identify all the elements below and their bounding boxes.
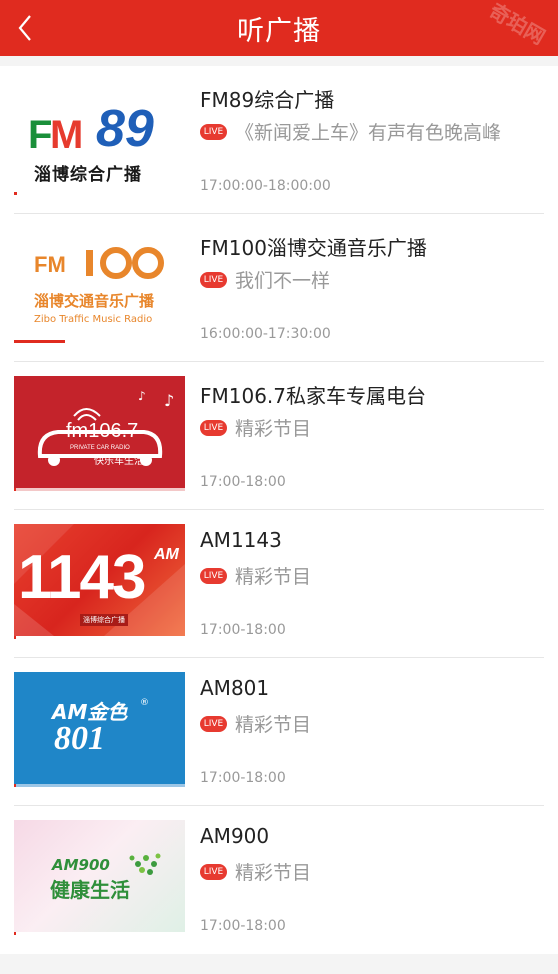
station-name: FM89综合广播 <box>200 88 335 112</box>
station-cover: 1143 AM 淄博综合广播 <box>14 524 185 636</box>
program-title: 我们不一样 <box>235 270 331 292</box>
live-row: LIVE 精彩节目 <box>200 858 311 885</box>
progress-fill <box>14 932 16 935</box>
svg-text:♪: ♪ <box>164 391 174 410</box>
program-time: 17:00-18:00 <box>200 622 286 638</box>
station-list: F M 89 淄博综合广播 FM89综合广播 LIVE 《新闻爱上车》有声有色晚… <box>0 66 558 954</box>
station-cover: FM 淄博交通音乐广播 Zibo Traffic Music Radio <box>14 228 185 340</box>
progress-bar <box>14 784 185 787</box>
logo-caption: 健康生活 <box>50 878 130 902</box>
progress-fill <box>14 784 16 787</box>
station-cover: ♪ ♪ fm106.7 PRIVATE CAR RADIO 快乐车生活 <box>14 376 185 488</box>
watermark: 奇珀网 <box>485 0 550 50</box>
live-row: LIVE 精彩节目 <box>200 562 311 589</box>
progress-bar <box>14 636 185 639</box>
svg-text:89: 89 <box>96 100 154 158</box>
station-name: AM1143 <box>200 528 282 552</box>
live-badge: LIVE <box>200 715 227 732</box>
program-time: 17:00:00-18:00:00 <box>200 178 331 194</box>
program-time: 16:00:00-17:30:00 <box>200 326 331 342</box>
svg-text:F: F <box>28 113 52 157</box>
station-name: FM106.7私家车专属电台 <box>200 384 427 408</box>
program-title: 精彩节目 <box>235 418 312 440</box>
station-item-fm100[interactable]: FM 淄博交通音乐广播 Zibo Traffic Music Radio FM1… <box>0 214 558 362</box>
station-item-fm89[interactable]: F M 89 淄博综合广播 FM89综合广播 LIVE 《新闻爱上车》有声有色晚… <box>0 66 558 214</box>
progress-bar <box>14 932 185 935</box>
station-item-am900[interactable]: AM900 健康生活 AM900 LIVE 精彩节目 17:00-18:00 <box>0 806 558 954</box>
station-item-fm1067[interactable]: ♪ ♪ fm106.7 PRIVATE CAR RADIO 快乐车生活 FM10… <box>0 362 558 510</box>
live-badge: LIVE <box>200 271 227 288</box>
station-cover: AM900 健康生活 <box>14 820 185 932</box>
program-title: 精彩节目 <box>235 862 312 884</box>
logo-caption: 淄博综合广播 <box>80 614 128 626</box>
live-badge: LIVE <box>200 123 227 140</box>
logo-subcaption: Zibo Traffic Music Radio <box>34 314 153 325</box>
logo-number: 801 <box>54 720 105 757</box>
live-row: LIVE 精彩节目 <box>200 414 311 441</box>
logo-subcaption: 快乐车生活 <box>94 456 144 467</box>
station-name: FM100淄博交通音乐广播 <box>200 236 427 260</box>
progress-fill <box>14 340 66 343</box>
program-title: 精彩节目 <box>235 714 312 736</box>
back-button[interactable] <box>0 0 50 56</box>
live-row: LIVE 精彩节目 <box>200 710 311 737</box>
logo-caption: PRIVATE CAR RADIO <box>70 445 130 451</box>
live-badge: LIVE <box>200 419 227 436</box>
logo-caption: 淄博交通音乐广播 <box>34 292 155 310</box>
program-time: 17:00-18:00 <box>200 918 286 934</box>
page-title: 听广播 <box>237 15 321 47</box>
station-name: AM801 <box>200 676 270 700</box>
svg-text:M: M <box>50 113 83 157</box>
station-name: AM900 <box>200 824 270 848</box>
station-item-am1143[interactable]: 1143 AM 淄博综合广播 AM1143 LIVE 精彩节目 17:00-18… <box>0 510 558 658</box>
progress-bar <box>14 488 185 491</box>
logo-title: fm106.7 <box>66 420 139 442</box>
progress-bar <box>14 340 185 343</box>
svg-text:FM: FM <box>34 252 66 277</box>
progress-fill <box>14 636 16 639</box>
station-cover: F M 89 淄博综合广播 <box>14 80 185 192</box>
progress-fill <box>14 192 18 195</box>
live-row: LIVE 《新闻爱上车》有声有色晚高峰 <box>200 118 501 145</box>
logo-title: AM900 <box>52 856 110 874</box>
progress-bar <box>14 192 185 195</box>
program-time: 17:00-18:00 <box>200 770 286 786</box>
progress-fill <box>14 488 16 491</box>
live-badge: LIVE <box>200 567 227 584</box>
logo-caption: 淄博综合广播 <box>34 165 142 185</box>
live-badge: LIVE <box>200 863 227 880</box>
bottom-spacer <box>0 955 558 974</box>
svg-text:♪: ♪ <box>138 389 146 403</box>
chevron-left-icon <box>18 15 31 41</box>
app-header: 听广播 奇珀网 <box>0 0 558 56</box>
program-title: 《新闻爱上车》有声有色晚高峰 <box>235 122 502 144</box>
logo-am: AM <box>154 546 179 563</box>
registered-icon: ® <box>140 698 149 708</box>
program-title: 精彩节目 <box>235 566 312 588</box>
station-item-am801[interactable]: AM金色 801 ® AM801 LIVE 精彩节目 17:00-18:00 <box>0 658 558 806</box>
live-row: LIVE 我们不一样 <box>200 266 330 293</box>
program-time: 17:00-18:00 <box>200 474 286 490</box>
station-cover: AM金色 801 ® <box>14 672 185 784</box>
logo-title: 1143 <box>18 543 147 612</box>
